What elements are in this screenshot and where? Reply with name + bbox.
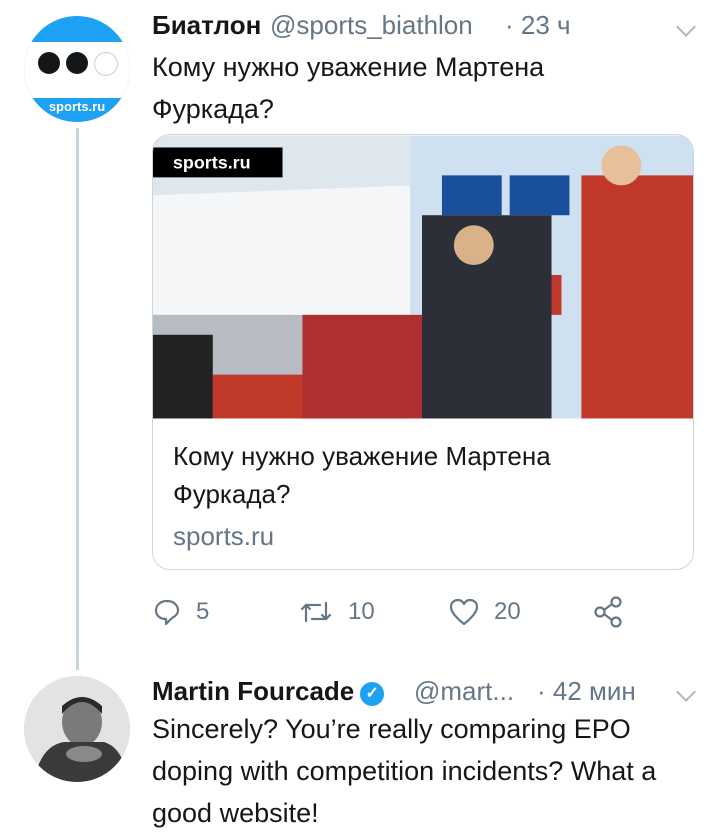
- like-button[interactable]: 20: [448, 592, 521, 632]
- chevron-down-icon[interactable]: [676, 682, 696, 702]
- link-card[interactable]: sports.ru Кому нужно уважение Мартена Фу…: [152, 134, 694, 570]
- reply-button[interactable]: 5: [152, 592, 209, 632]
- retweet-count: 10: [348, 598, 375, 625]
- share-button[interactable]: [592, 592, 626, 632]
- author-name[interactable]: Martin Fourcade ✓: [152, 676, 385, 707]
- verified-badge-icon: ✓: [360, 682, 385, 706]
- card-image: sports.ru: [153, 135, 693, 419]
- avatar-photo: [24, 676, 130, 782]
- tweet-actions: 5 10 20: [152, 592, 672, 632]
- logo-dots: [24, 42, 130, 98]
- reply-count: 5: [196, 598, 210, 625]
- retweet-button[interactable]: 10: [298, 592, 375, 632]
- author-name[interactable]: Биатлон: [152, 10, 261, 41]
- avatar-sports-biathlon[interactable]: sports.ru: [24, 16, 130, 122]
- tweet-time[interactable]: · 23 ч: [505, 10, 571, 41]
- share-icon: [594, 596, 622, 628]
- retweet-icon: [300, 601, 332, 623]
- reply-icon: [154, 599, 180, 626]
- avatar-label: sports.ru: [48, 99, 106, 114]
- card-title[interactable]: Кому нужно уважение Мартена Фуркада?: [173, 437, 673, 513]
- tweet-text: Sincerely? You’re really comparing EPO d…: [152, 714, 657, 828]
- tweet-text: Кому нужно уважение Мартена Фуркада?: [152, 52, 545, 124]
- like-count: 20: [494, 598, 521, 625]
- chevron-down-icon[interactable]: [676, 17, 696, 37]
- author-handle[interactable]: @mart...: [414, 676, 514, 707]
- card-watermark: sports.ru: [173, 152, 251, 172]
- card-domain[interactable]: sports.ru: [173, 521, 274, 552]
- heart-icon: [449, 598, 479, 626]
- author-name-text: Martin Fourcade: [152, 676, 355, 706]
- avatar-martin-fourcade[interactable]: [24, 676, 130, 782]
- tweet-time[interactable]: · 42 мин: [537, 676, 636, 707]
- thread-line: [76, 128, 79, 670]
- author-handle[interactable]: @sports_biathlon: [270, 10, 473, 41]
